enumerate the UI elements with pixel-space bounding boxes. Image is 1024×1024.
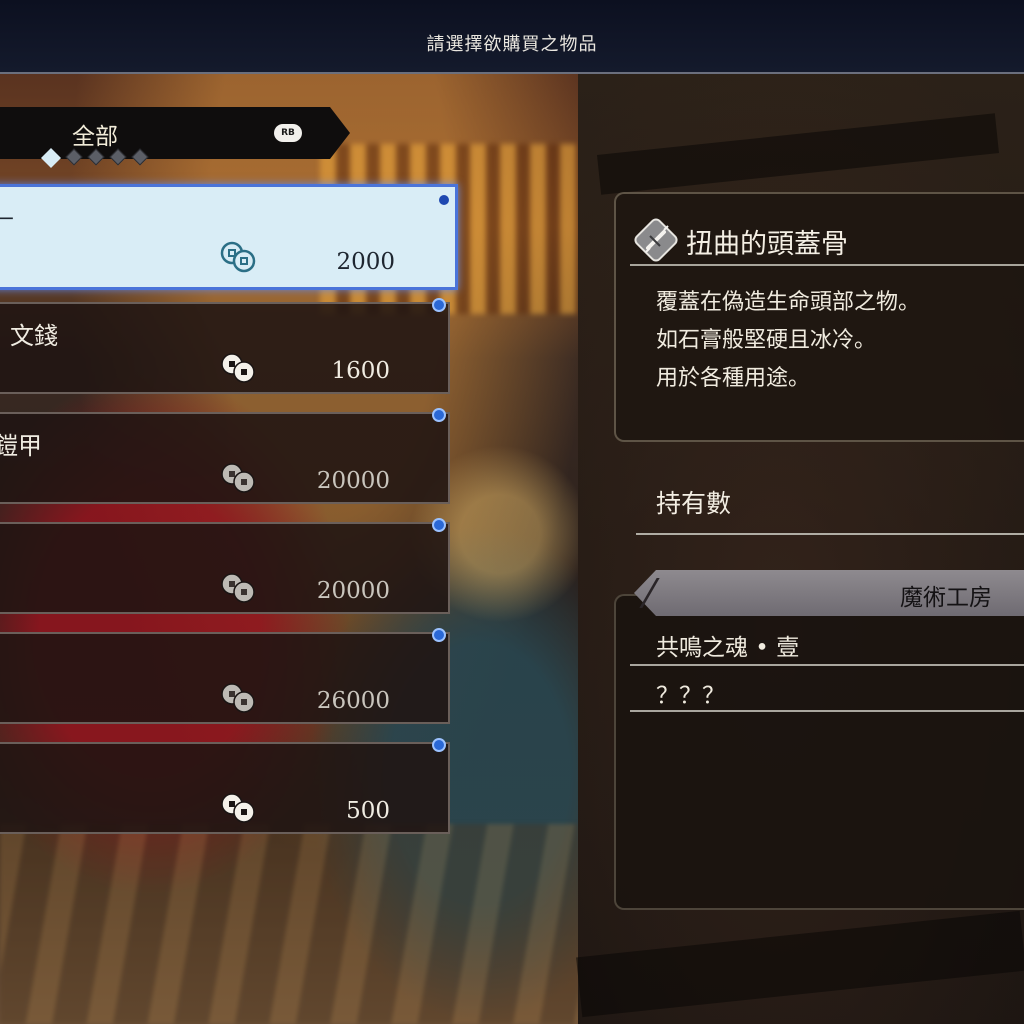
rb-button-icon[interactable]: RB (274, 124, 302, 142)
shop-item-row[interactable]: 26000 (0, 628, 450, 724)
category-label: 全部 (72, 124, 118, 150)
item-detail-title: 扭曲的頭蓋骨 (686, 229, 848, 260)
coin-icon (221, 683, 255, 713)
brush-stroke (597, 113, 999, 195)
broken-bone-icon (634, 218, 678, 262)
background-floor (0, 824, 580, 1024)
workshop-title: 魔術工房 (900, 585, 992, 611)
divider (630, 710, 1024, 712)
item-name: ᅳ (0, 205, 15, 233)
brush-stroke (576, 910, 1024, 1018)
coin-icon (221, 353, 255, 383)
shop-item-row[interactable]: 鎧甲 20000 (0, 408, 450, 504)
divider (630, 264, 1024, 266)
new-marker-icon (432, 738, 446, 752)
item-description-line: 如石膏般堅硬且冰冷。 (656, 328, 877, 353)
divider (636, 533, 1024, 535)
new-marker-icon (432, 408, 446, 422)
shop-item-row[interactable]: 20000 (0, 518, 450, 614)
shop-item-row[interactable]: 文錢 1600 (0, 298, 450, 394)
item-description-line: 用於各種用途。 (656, 366, 811, 391)
coin-icon (221, 463, 255, 493)
shop-item-row[interactable]: ᅳ 2000 (0, 184, 458, 290)
new-marker-icon (439, 195, 449, 205)
page-title: 請選擇欲購買之物品 (426, 34, 598, 55)
item-price: 2000 (336, 249, 395, 275)
item-price: 500 (346, 798, 390, 824)
workshop-entry: 共鳴之魂 • 壹 (656, 635, 800, 661)
item-price: 26000 (316, 688, 390, 714)
item-description-line: 覆蓋在偽造生命頭部之物。 (656, 290, 921, 315)
item-price: 20000 (316, 468, 390, 494)
item-name: 文錢 (10, 322, 58, 350)
workshop-entry: ？？？ (656, 683, 725, 709)
new-marker-icon (432, 628, 446, 642)
shop-item-row[interactable]: 500 (0, 738, 450, 834)
coin-icon (221, 793, 255, 823)
new-marker-icon (432, 518, 446, 532)
item-name: 鎧甲 (0, 432, 42, 460)
owned-count-label: 持有數 (656, 489, 732, 518)
coin-icon (220, 241, 256, 273)
coin-icon (221, 573, 255, 603)
item-price: 1600 (331, 358, 390, 384)
new-marker-icon (432, 298, 446, 312)
divider (630, 664, 1024, 666)
item-price: 20000 (316, 578, 390, 604)
top-bar: 請選擇欲購買之物品 (0, 0, 1024, 74)
